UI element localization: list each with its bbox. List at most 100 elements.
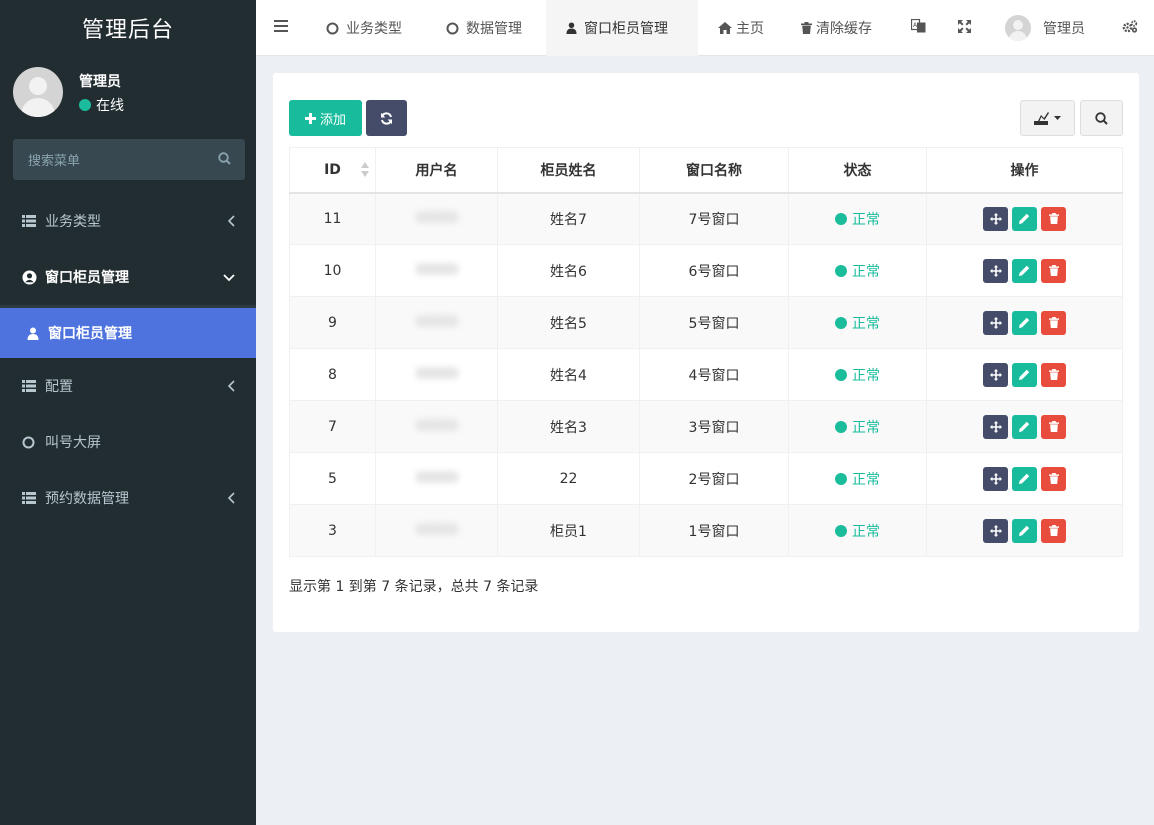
table-row[interactable]: 7 姓名3 3号窗口 正常 [289, 400, 1123, 453]
online-dot-icon [79, 99, 91, 111]
edit-button[interactable] [1012, 258, 1037, 283]
cell-actions [926, 244, 1123, 297]
expand-icon [958, 19, 971, 37]
move-button[interactable] [983, 414, 1008, 439]
table-row[interactable]: 11 姓名7 7号窗口 正常 [289, 192, 1123, 245]
user-status: 在线 [79, 95, 124, 115]
move-button[interactable] [983, 466, 1008, 491]
sidebar-item-business-type[interactable]: 业务类型 [0, 193, 256, 249]
menu-search-input[interactable]: 搜索菜单 [13, 139, 245, 180]
clear-cache-button[interactable]: 清除缓存 [801, 0, 872, 56]
delete-button[interactable] [1041, 466, 1066, 491]
table-row[interactable]: 9 姓名5 5号窗口 正常 [289, 296, 1123, 349]
sidebar-item-label: 业务类型 [45, 214, 101, 230]
menu-toggle-button[interactable] [274, 0, 288, 56]
chevron-left-icon [227, 380, 235, 395]
fullscreen-button[interactable] [958, 0, 971, 56]
tab-window-teller[interactable]: 窗口柜员管理 [546, 0, 698, 56]
status-text: 正常 [852, 367, 880, 384]
delete-button[interactable] [1041, 518, 1066, 543]
cell-window-name: 3号窗口 [639, 400, 789, 453]
tab-business-type[interactable]: 业务类型 [326, 0, 402, 56]
user-circle-icon [22, 270, 38, 285]
translate-button[interactable]: A [910, 0, 926, 56]
move-button[interactable] [983, 258, 1008, 283]
refresh-button[interactable] [366, 100, 407, 136]
export-icon [1034, 111, 1050, 125]
trash-icon [801, 22, 812, 34]
list-icon [22, 215, 38, 227]
delete-button[interactable] [1041, 362, 1066, 387]
column-header-id[interactable]: ID [289, 147, 376, 194]
cell-teller-name: 姓名5 [497, 296, 640, 349]
plus-icon [304, 112, 316, 124]
chevron-left-icon [227, 215, 235, 230]
pencil-icon [1019, 525, 1030, 536]
edit-button[interactable] [1012, 310, 1037, 335]
cell-username-redacted [375, 400, 498, 453]
delete-button[interactable] [1041, 310, 1066, 335]
submenu: 窗口柜员管理 [0, 305, 256, 358]
cell-window-name: 5号窗口 [639, 296, 789, 349]
cell-id: 5 [289, 452, 376, 505]
user-menu[interactable]: 管理员 [1005, 0, 1085, 56]
cell-teller-name: 姓名3 [497, 400, 640, 453]
user-name: 管理员 [79, 74, 121, 90]
edit-button[interactable] [1012, 206, 1037, 231]
redacted-text [414, 314, 459, 327]
top-user-name: 管理员 [1043, 21, 1085, 37]
sidebar-item-window-teller[interactable]: 窗口柜员管理 [0, 249, 256, 305]
table-row[interactable]: 5 22 2号窗口 正常 [289, 452, 1123, 505]
tab-data-management[interactable]: 数据管理 [446, 0, 522, 56]
trash-icon [1048, 421, 1059, 432]
pencil-icon [1019, 265, 1030, 276]
table-row[interactable]: 10 姓名6 6号窗口 正常 [289, 244, 1123, 297]
move-button[interactable] [983, 362, 1008, 387]
status-dot-icon [835, 368, 847, 381]
top-navbar: 业务类型 数据管理 窗口柜员管理 主页 清除缓存 A 管理员 [256, 0, 1154, 56]
move-arrows-icon [989, 212, 1002, 225]
edit-button[interactable] [1012, 414, 1037, 439]
delete-button[interactable] [1041, 206, 1066, 231]
search-icon[interactable] [218, 152, 231, 169]
redacted-text [414, 522, 459, 535]
status-dot-icon [835, 524, 847, 537]
home-link[interactable]: 主页 [718, 0, 764, 56]
circle-icon [446, 22, 459, 35]
cell-username-redacted [375, 452, 498, 505]
cell-teller-name: 姓名6 [497, 244, 640, 297]
sort-icon[interactable] [361, 162, 369, 178]
home-icon [718, 22, 732, 34]
cell-status: 正常 [788, 192, 927, 245]
table-row[interactable]: 3 柜员1 1号窗口 正常 [289, 504, 1123, 557]
menu-search-placeholder: 搜索菜单 [28, 154, 81, 169]
cell-actions [926, 400, 1123, 453]
move-button[interactable] [983, 310, 1008, 335]
move-button[interactable] [983, 518, 1008, 543]
edit-button[interactable] [1012, 466, 1037, 491]
table-row[interactable]: 8 姓名4 4号窗口 正常 [289, 348, 1123, 401]
status-dot-icon [835, 264, 847, 277]
edit-button[interactable] [1012, 518, 1037, 543]
chevron-down-icon [223, 271, 235, 285]
column-header-actions: 操作 [926, 147, 1123, 194]
sidebar-item-call-screen[interactable]: 叫号大屏 [0, 414, 256, 470]
tab-label: 业务类型 [346, 21, 402, 37]
add-button[interactable]: 添加 [289, 100, 362, 136]
sidebar-item-label: 预约数据管理 [45, 491, 129, 507]
sidebar-item-reservation-data[interactable]: 预约数据管理 [0, 470, 256, 526]
sidebar-item-label: 叫号大屏 [45, 435, 101, 451]
sidebar-subitem-window-teller[interactable]: 窗口柜员管理 [0, 308, 256, 358]
delete-button[interactable] [1041, 414, 1066, 439]
export-button[interactable] [1020, 100, 1075, 136]
settings-button[interactable] [1122, 0, 1138, 56]
edit-button[interactable] [1012, 362, 1037, 387]
trash-icon [1048, 525, 1059, 536]
sidebar-item-config[interactable]: 配置 [0, 358, 256, 414]
sidebar-item-label: 窗口柜员管理 [45, 270, 129, 286]
search-button[interactable] [1080, 100, 1123, 136]
status-text: 正常 [852, 211, 880, 228]
move-button[interactable] [983, 206, 1008, 231]
delete-button[interactable] [1041, 258, 1066, 283]
cell-status: 正常 [788, 504, 927, 557]
